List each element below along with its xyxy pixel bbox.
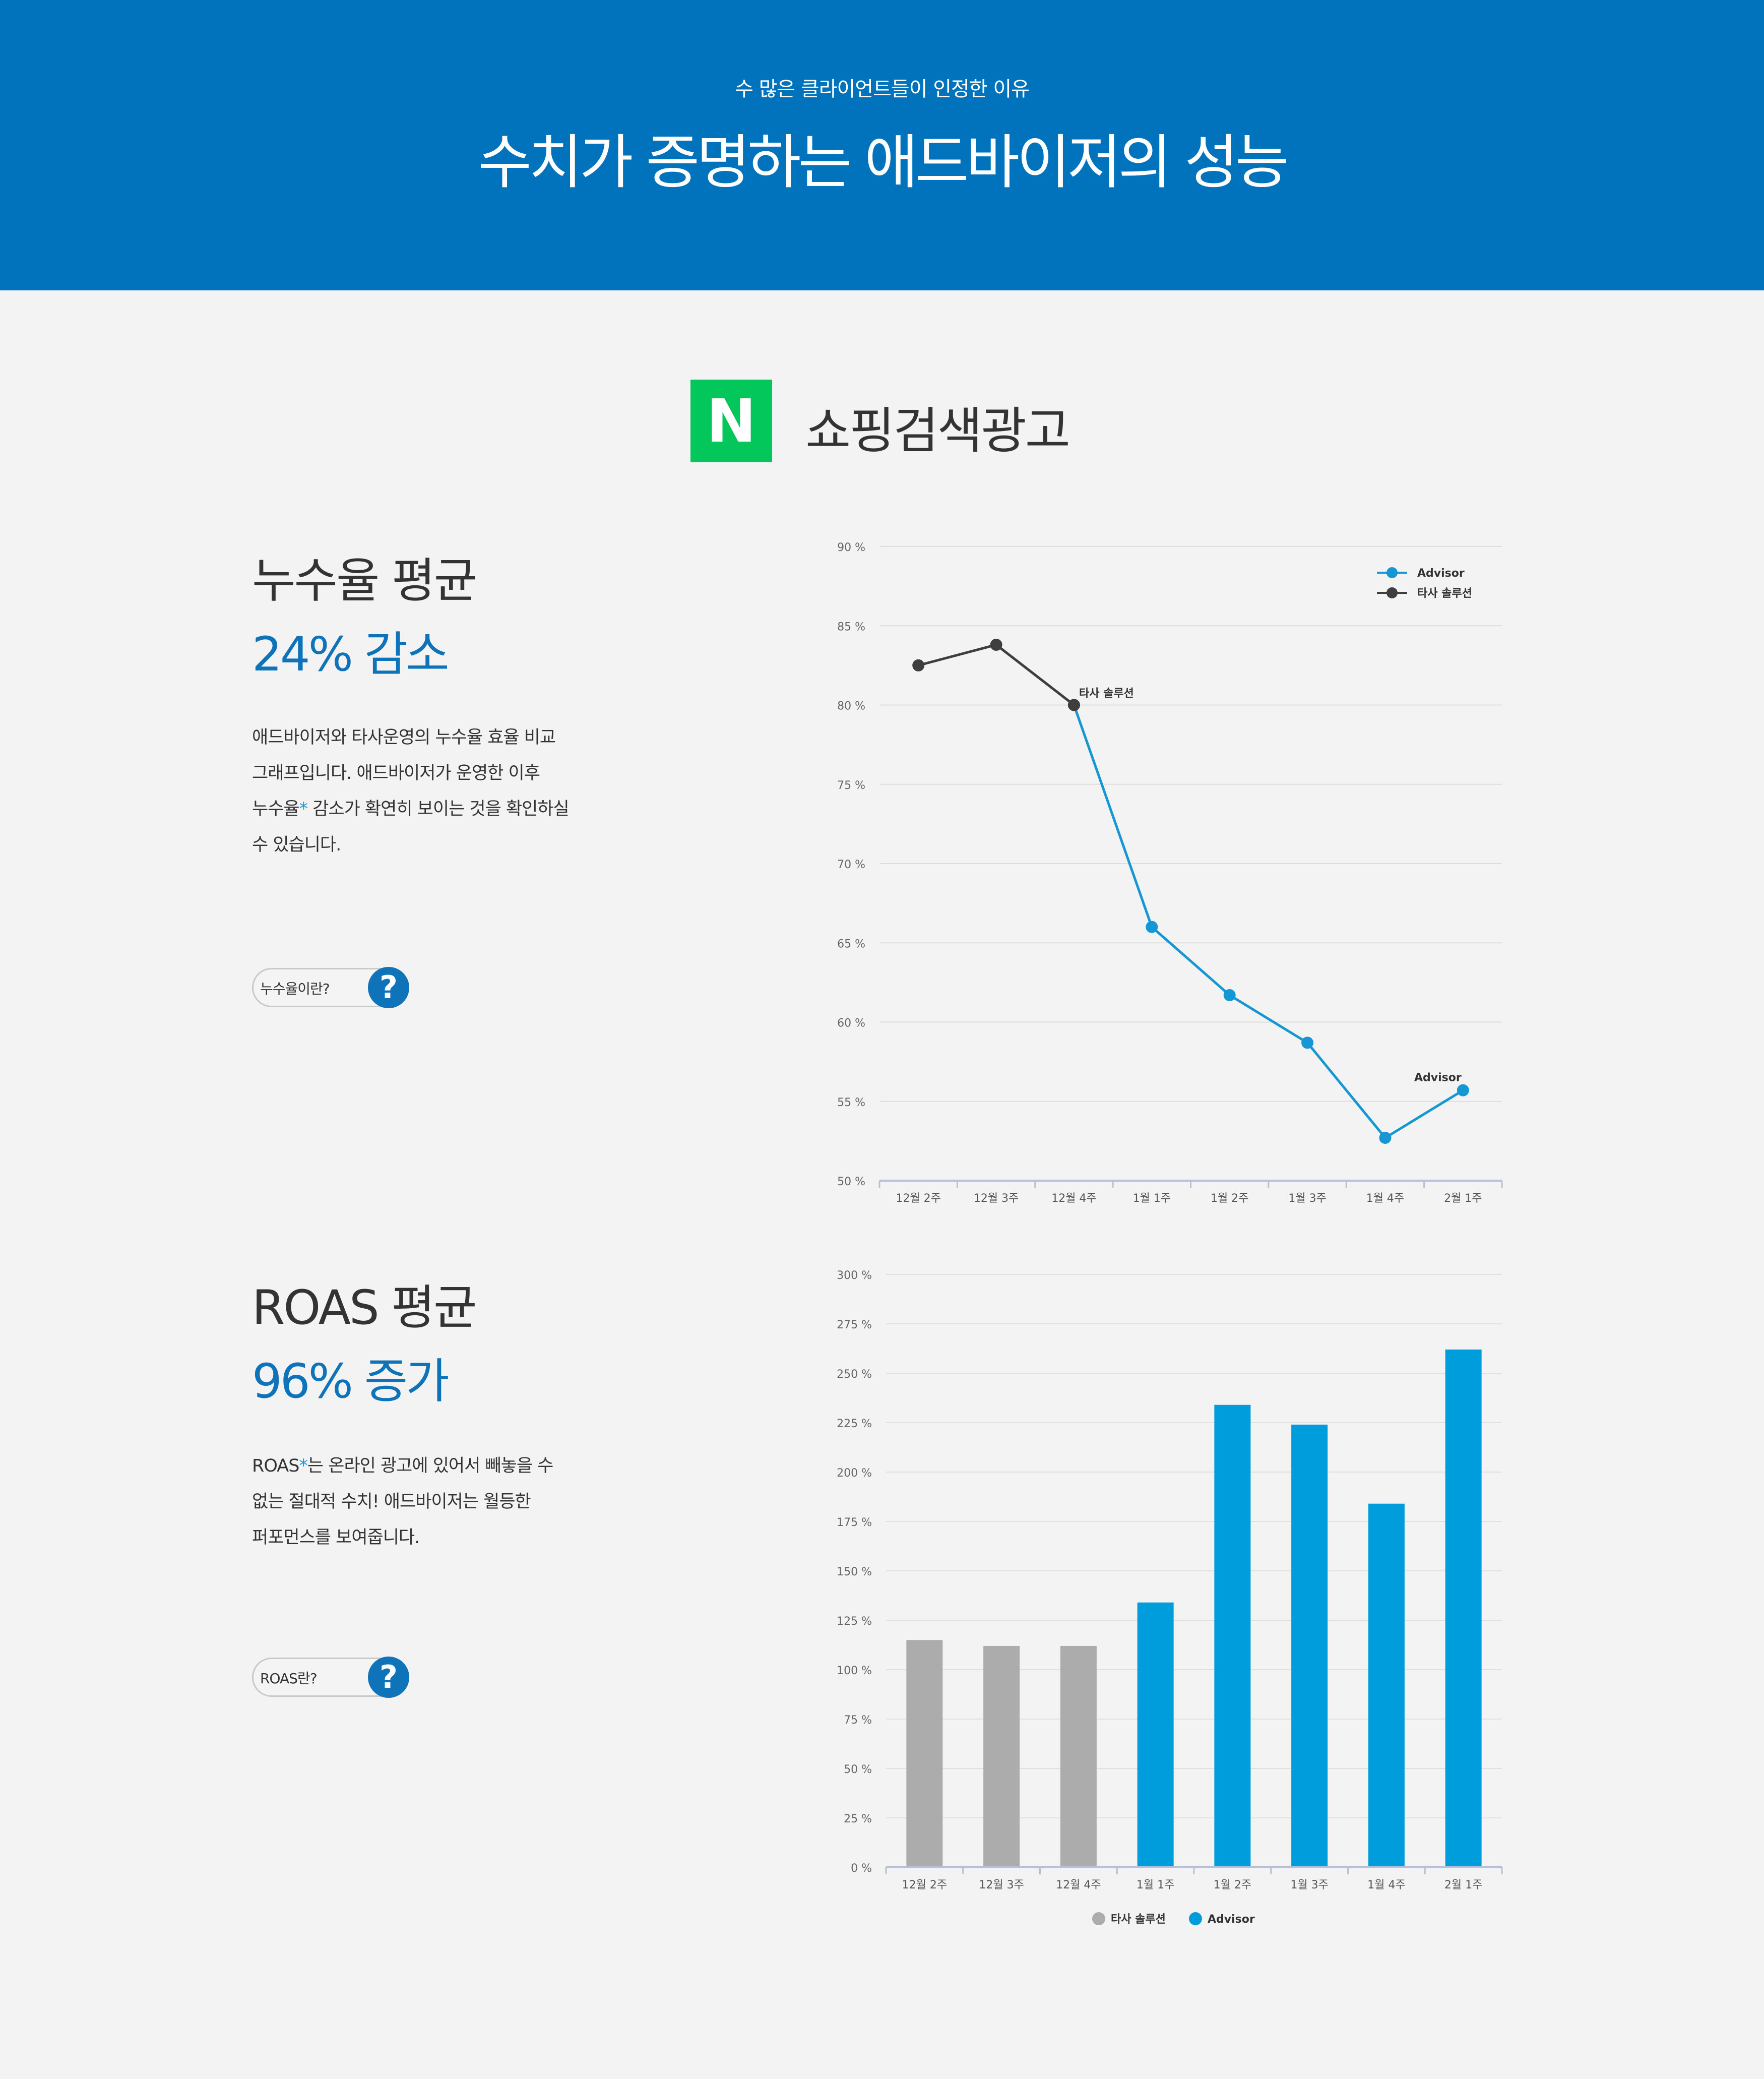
data-point xyxy=(1379,1132,1392,1144)
y-tick-label: 275 % xyxy=(837,1319,872,1331)
legend-label: 타사 솔루션 xyxy=(1111,1913,1166,1926)
x-tick-label: 12월 4주 xyxy=(1051,1192,1096,1205)
legend-marker xyxy=(1387,567,1398,578)
data-point xyxy=(1067,699,1080,711)
desc-line: 퍼포먼스를 보여줍니다. xyxy=(252,1527,420,1548)
y-tick-label: 65 % xyxy=(837,938,865,950)
desc-text: 감소가 확연히 보이는 것을 확인하실 xyxy=(307,799,570,819)
y-tick-label: 90 % xyxy=(837,541,865,554)
desc-text: 는 온라인 광고에 있어서 빼놓을 수 xyxy=(307,1456,553,1476)
brand-title: 쇼핑검색광고 xyxy=(805,402,1070,460)
brand-heading: N 쇼핑검색광고 xyxy=(690,380,1094,462)
question-icon[interactable]: ? xyxy=(368,1657,409,1698)
roas-description: ROAS*는 온라인 광고에 있어서 빼놓을 수 없는 절대적 수치! 애드바이… xyxy=(252,1448,575,1556)
y-tick-label: 60 % xyxy=(837,1017,865,1030)
legend-marker xyxy=(1189,1912,1202,1925)
y-tick-label: 150 % xyxy=(837,1566,872,1578)
bar xyxy=(1291,1424,1328,1867)
y-tick-label: 200 % xyxy=(837,1467,872,1480)
y-tick-label: 250 % xyxy=(837,1368,872,1381)
x-tick-label: 1월 3주 xyxy=(1288,1192,1326,1205)
x-tick-label: 12월 3주 xyxy=(979,1879,1024,1891)
y-tick-label: 75 % xyxy=(844,1714,872,1727)
y-tick-label: 125 % xyxy=(837,1615,872,1628)
y-tick-label: 0 % xyxy=(851,1862,872,1875)
bar xyxy=(1445,1349,1482,1867)
bar xyxy=(1214,1404,1251,1867)
desc-text: ROAS xyxy=(252,1456,299,1476)
leak-rate-description: 애드바이저와 타사운영의 누수율 효율 비교 그래프입니다. 애드바이저가 운영… xyxy=(252,720,575,863)
bar xyxy=(906,1640,943,1867)
legend-marker xyxy=(1092,1912,1105,1925)
x-tick-label: 1월 4주 xyxy=(1367,1879,1405,1891)
footnote-star: * xyxy=(299,799,308,819)
leak-rate-line-chart: 90 % 85 % 80 % 75 % 70 % 65 % 60 % 55 % 50 % 12월 … xyxy=(837,541,1503,1205)
series-line-competitor xyxy=(918,643,1075,706)
data-point xyxy=(912,659,925,671)
data-point xyxy=(990,638,1002,651)
desc-line: 수 있습니다. xyxy=(252,835,341,855)
y-tick-label: 25 % xyxy=(844,1813,872,1825)
y-tick-label: 50 % xyxy=(837,1176,865,1188)
series-line-advisor xyxy=(1073,704,1464,1140)
desc-text: 누수율 xyxy=(252,799,300,819)
y-tick-label: 50 % xyxy=(844,1763,872,1776)
y-tick-label: 55 % xyxy=(837,1096,865,1109)
x-tick-label: 2월 1주 xyxy=(1444,1192,1482,1205)
roas-value: 96% 증가 xyxy=(252,1354,450,1409)
bar xyxy=(1060,1645,1097,1867)
legend-label: 타사 솔루션 xyxy=(1417,587,1472,600)
desc-line: 누수율* 감소가 확연히 보이는 것을 확인하실 xyxy=(252,791,575,827)
x-tick-label: 1월 2주 xyxy=(1214,1879,1251,1891)
help-label[interactable]: ROAS란? xyxy=(260,1668,318,1688)
y-tick-label: 100 % xyxy=(837,1665,872,1677)
x-tick-label: 1월 1주 xyxy=(1133,1192,1171,1205)
data-point xyxy=(1457,1084,1469,1096)
desc-line: 애드바이저와 타사운영의 누수율 효율 비교 xyxy=(252,727,556,748)
x-tick-label: 12월 2주 xyxy=(902,1879,947,1891)
y-tick-label: 75 % xyxy=(837,779,865,792)
hero-banner: 수 많은 클라이언트들이 인정한 이유 수치가 증명하는 애드바이저의 성능 xyxy=(0,0,1764,290)
hero-title: 수치가 증명하는 애드바이저의 성능 xyxy=(478,129,1289,197)
y-tick-label: 70 % xyxy=(837,859,865,871)
x-tick-label: 12월 4주 xyxy=(1056,1879,1101,1891)
x-tick-label: 1월 2주 xyxy=(1211,1192,1248,1205)
help-label[interactable]: 누수율이란? xyxy=(260,978,330,998)
data-point xyxy=(1146,921,1158,933)
x-tick-label: 12월 3주 xyxy=(974,1192,1019,1205)
roas-help-button[interactable]: ROAS란? ? xyxy=(252,1657,409,1698)
legend-label: Advisor xyxy=(1208,1913,1255,1926)
data-point xyxy=(1301,1036,1314,1049)
roas-title: ROAS 평균 xyxy=(252,1280,477,1335)
y-tick-label: 225 % xyxy=(837,1418,872,1430)
desc-line: 그래프입니다. 애드바이저가 운영한 이후 xyxy=(252,763,540,783)
leak-rate-help-button[interactable]: 누수율이란? ? xyxy=(252,967,409,1008)
hero-subtitle: 수 많은 클라이언트들이 인정한 이유 xyxy=(735,78,1030,101)
footnote-star: * xyxy=(299,1456,307,1476)
x-tick-label: 1월 3주 xyxy=(1290,1879,1328,1891)
y-tick-label: 300 % xyxy=(837,1269,872,1282)
y-tick-label: 85 % xyxy=(837,621,865,633)
x-tick-label: 2월 1주 xyxy=(1444,1879,1482,1891)
annotation-label: 타사 솔루션 xyxy=(1079,688,1134,700)
leak-rate-value: 24% 감소 xyxy=(252,627,450,682)
roas-bar-chart: 300 % 275 % 250 % 225 % 200 % 175 % 150 % 125 %… xyxy=(837,1269,1503,1926)
question-icon[interactable]: ? xyxy=(368,967,409,1008)
annotation-label: Advisor xyxy=(1414,1072,1462,1084)
leak-rate-title: 누수율 평균 xyxy=(252,554,477,608)
y-tick-label: 80 % xyxy=(837,700,865,713)
y-tick-label: 175 % xyxy=(837,1516,872,1529)
bar xyxy=(1368,1503,1405,1867)
desc-line: ROAS*는 온라인 광고에 있어서 빼놓을 수 xyxy=(252,1448,575,1484)
data-point xyxy=(1223,989,1236,1002)
naver-logo-icon: N xyxy=(690,380,772,462)
bar xyxy=(983,1645,1020,1867)
bar xyxy=(1137,1602,1174,1867)
x-tick-label: 12월 2주 xyxy=(896,1192,940,1205)
legend-label: Advisor xyxy=(1417,567,1465,580)
desc-line: 없는 절대적 수치! 애드바이저는 월등한 xyxy=(252,1492,531,1512)
x-tick-label: 1월 4주 xyxy=(1366,1192,1404,1205)
x-tick-label: 1월 1주 xyxy=(1137,1879,1174,1891)
legend-marker xyxy=(1387,587,1398,598)
